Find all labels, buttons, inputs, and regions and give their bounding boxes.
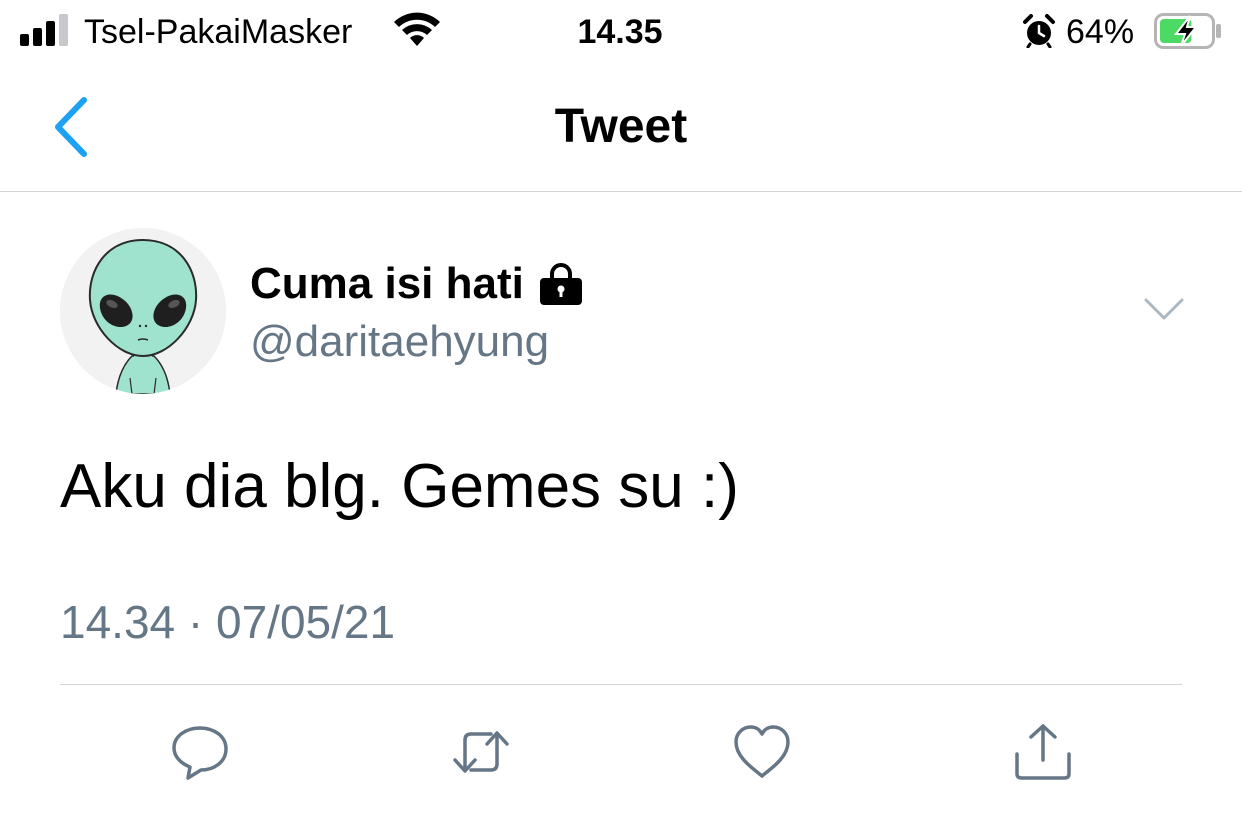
status-time: 14.35	[577, 13, 663, 51]
reply-icon	[172, 726, 228, 780]
tweet-text: Aku dia blg. Gemes su :)	[60, 452, 739, 521]
battery-percent: 64%	[1066, 13, 1135, 51]
user-handle[interactable]: @daritaehyung	[250, 316, 549, 368]
alien-avatar-image	[60, 228, 226, 394]
retweet-button[interactable]	[451, 722, 511, 782]
display-name[interactable]: Cuma isi hati	[250, 258, 524, 310]
signal-icon	[20, 14, 68, 46]
nav-bar: Tweet	[0, 64, 1242, 192]
status-bar: Tsel-PakaiMasker 14.35 64%	[0, 0, 1242, 64]
wifi-icon	[394, 12, 440, 46]
battery-charging-icon	[1154, 13, 1221, 49]
carrier-name: Tsel-PakaiMasker	[84, 13, 353, 51]
share-icon	[1015, 724, 1071, 780]
chevron-down-icon[interactable]	[1142, 294, 1186, 324]
heart-icon	[734, 725, 790, 778]
lock-icon	[539, 263, 582, 305]
retweet-icon	[453, 731, 509, 773]
divider	[60, 684, 1182, 685]
like-button[interactable]	[732, 722, 792, 782]
alarm-icon	[1023, 14, 1055, 48]
author-name-row[interactable]: Cuma isi hati	[250, 258, 584, 310]
avatar[interactable]	[60, 228, 226, 394]
page-title: Tweet	[554, 100, 688, 153]
tweet-timestamp[interactable]: 14.34 · 07/05/21	[60, 594, 395, 650]
share-button[interactable]	[1013, 722, 1073, 782]
reply-button[interactable]	[170, 722, 230, 782]
